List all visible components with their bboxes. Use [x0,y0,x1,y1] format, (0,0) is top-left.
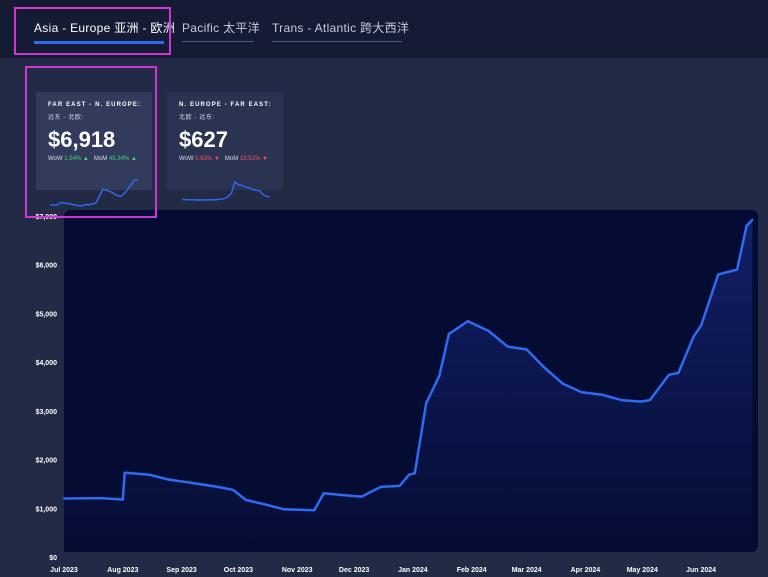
data-point [98,496,102,500]
data-point [313,509,316,512]
data-point [648,398,652,402]
x-tick-label: Nov 2023 [282,567,313,574]
x-tick-label: Apr 2024 [571,567,601,574]
data-point [216,485,219,489]
data-point [751,218,754,222]
y-tick-label: $7,000 [36,214,58,221]
data-point [231,488,234,491]
data-point [466,320,470,323]
data-point [487,329,490,333]
x-tick-label: Dec 2023 [339,567,369,574]
x-tick-label: Mar 2024 [512,567,542,574]
data-point [148,473,151,476]
x-tick-label: Jun 2024 [686,567,716,574]
data-point [121,498,125,501]
y-tick-label: $2,000 [36,458,58,465]
data-point [379,485,382,489]
data-point [717,273,720,276]
data-point [506,345,509,348]
data-point [438,374,441,377]
data-point [542,365,545,369]
data-point [425,401,428,405]
x-tick-label: Aug 2023 [107,567,138,574]
data-point [341,493,344,497]
y-tick-label: $6,000 [36,263,58,270]
data-point [244,498,248,502]
data-point [561,382,564,385]
data-point [601,393,604,396]
data-point [413,472,416,475]
data-point [62,497,66,500]
y-tick-label: $5,000 [36,311,58,318]
data-point [282,508,286,511]
data-point [322,492,325,495]
data-point [167,478,170,481]
data-point [667,373,671,376]
y-tick-label: $4,000 [36,360,58,367]
data-point [735,268,739,271]
data-point [447,332,451,336]
x-tick-label: Sep 2023 [166,567,196,574]
data-point [639,400,642,403]
x-tick-label: May 2024 [627,567,658,574]
data-point [360,495,363,498]
data-point [123,471,126,474]
data-point [677,371,680,375]
data-point [580,391,583,394]
x-tick-label: Jul 2023 [50,567,78,574]
y-tick-label: $3,000 [36,409,58,416]
data-point [692,335,695,338]
data-point [398,484,401,488]
x-tick-label: Jan 2024 [398,567,428,574]
data-point [699,324,703,327]
data-point [620,398,623,402]
x-tick-label: Feb 2024 [457,567,487,574]
data-point [525,348,528,351]
data-point [187,481,191,484]
data-point [745,224,748,227]
x-tick-label: Oct 2023 [224,567,253,574]
data-point [407,473,411,476]
y-tick-label: $1,000 [36,506,58,513]
y-tick-label: $0 [49,555,57,562]
data-point [263,503,267,506]
freight-rate-chart: $0 $1,000 $2,000 $3,000 $4,000 $5,000 $6,000 $7… [36,210,758,574]
